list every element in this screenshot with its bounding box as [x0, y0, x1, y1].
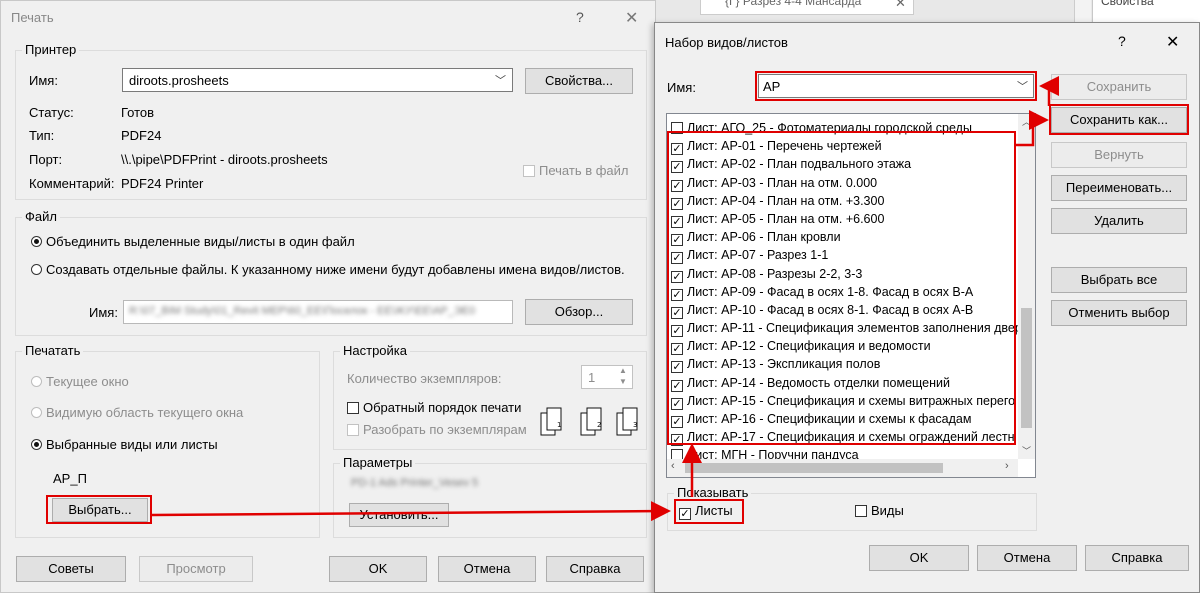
arrow-save-as-to-name: [1039, 76, 1059, 106]
annotation-arrows: [151, 76, 1059, 522]
arrow-list-to-save-as: [1016, 110, 1049, 147]
arrow-select-to-sheets: [151, 501, 671, 522]
